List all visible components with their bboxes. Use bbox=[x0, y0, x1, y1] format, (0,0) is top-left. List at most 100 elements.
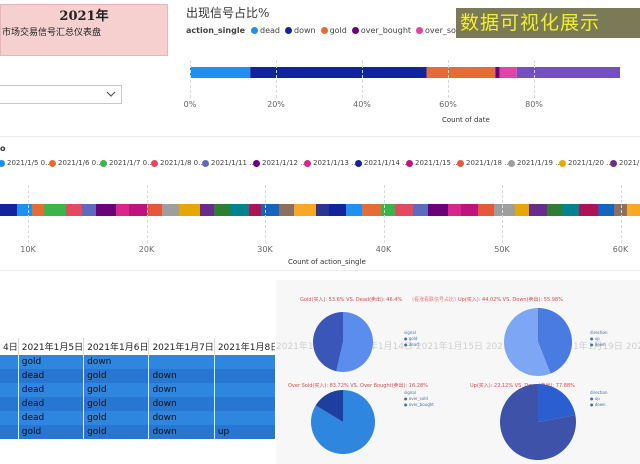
chart1-legend-label: over_bought bbox=[360, 26, 412, 35]
chart2-legend-item[interactable]: 2021/1/8 0... bbox=[151, 159, 205, 167]
pie-chart[interactable] bbox=[310, 389, 376, 455]
signal-table[interactable]: 4日2021年1月5日2021年1月6日2021年1月7日2021年1月8日20… bbox=[0, 338, 275, 464]
table-row[interactable]: dead gold down bbox=[0, 397, 275, 411]
bar-segment[interactable] bbox=[346, 204, 362, 216]
chart2-legend-label: 2021/1/8 0... bbox=[160, 159, 205, 167]
bar-segment[interactable] bbox=[562, 204, 579, 216]
bar-segment-gold[interactable] bbox=[426, 67, 496, 78]
column-header[interactable]: 2021年1月6日 bbox=[83, 338, 150, 355]
pie-chart[interactable] bbox=[499, 383, 577, 461]
bar-segment[interactable] bbox=[261, 204, 279, 216]
bar-segment[interactable] bbox=[529, 204, 547, 216]
bar-segment[interactable] bbox=[294, 204, 316, 216]
table-cell: gold bbox=[83, 425, 150, 439]
table-row[interactable]: deadgolddownup bbox=[0, 369, 275, 383]
bar-segment[interactable] bbox=[66, 204, 82, 216]
bar-segment[interactable] bbox=[461, 204, 478, 216]
bar-segment[interactable] bbox=[230, 204, 249, 216]
column-header[interactable]: 2021年1月5日 bbox=[18, 338, 85, 355]
bar-segment[interactable] bbox=[316, 204, 329, 216]
table-row[interactable]: gold gold down up bbox=[0, 425, 275, 439]
bar-segment[interactable] bbox=[279, 204, 294, 216]
bar-segment[interactable] bbox=[96, 204, 116, 216]
pie-chart[interactable] bbox=[312, 311, 374, 373]
column-header[interactable]: 2021年1月8日 bbox=[214, 338, 275, 355]
chart1-legend-item[interactable]: down bbox=[284, 26, 316, 35]
bar-segment[interactable] bbox=[116, 204, 129, 216]
chart1-tick-label: 20% bbox=[267, 100, 285, 109]
bar-segment[interactable] bbox=[82, 204, 96, 216]
bar-segment[interactable] bbox=[249, 204, 261, 216]
bar-segment[interactable] bbox=[478, 204, 494, 216]
chart2-legend-item[interactable]: 2021/1/14 ... bbox=[355, 159, 409, 167]
legend-dot-icon bbox=[304, 159, 311, 167]
chart2-legend-item[interactable]: 2021/1/18 ... bbox=[457, 159, 511, 167]
table-cell bbox=[0, 355, 19, 369]
table-cell bbox=[148, 355, 215, 369]
divider bbox=[0, 136, 640, 137]
bar-segment[interactable] bbox=[494, 204, 515, 216]
bar-segment-up[interactable] bbox=[516, 67, 620, 78]
column-header[interactable]: 4日 bbox=[0, 338, 19, 355]
bar-segment[interactable] bbox=[413, 204, 428, 216]
chart2-legend-item[interactable]: 2021/1/19 ... bbox=[508, 159, 562, 167]
bar-segment[interactable] bbox=[579, 204, 598, 216]
bar-segment[interactable] bbox=[428, 204, 448, 216]
chart1-x-axis: 0% 20% 40% 60% 80% bbox=[0, 60, 640, 114]
chart1-stacked-bar[interactable] bbox=[190, 67, 640, 78]
bar-segment[interactable] bbox=[395, 204, 413, 216]
legend-dot-icon bbox=[406, 159, 413, 167]
chart1-legend-item[interactable]: dead bbox=[251, 26, 280, 35]
bar-segment[interactable] bbox=[44, 204, 66, 216]
table-cell: down bbox=[148, 425, 215, 439]
bar-segment[interactable] bbox=[627, 204, 640, 216]
bar-segment[interactable] bbox=[147, 204, 162, 216]
chart2-legend-item[interactable]: 2021/1/21 ... bbox=[610, 159, 640, 167]
bar-segment[interactable] bbox=[214, 204, 230, 216]
bar-segment[interactable] bbox=[362, 204, 381, 216]
table-row[interactable]: dead gold down bbox=[0, 383, 275, 397]
chart2-legend-item[interactable]: 2021/1/6 0... bbox=[49, 159, 103, 167]
gridline bbox=[265, 185, 266, 243]
chart2-tick-label: 40K bbox=[375, 245, 392, 254]
chart2-legend-item[interactable]: 2021/1/15 ... bbox=[406, 159, 460, 167]
bar-segment[interactable] bbox=[17, 204, 32, 216]
chart2-legend-label: 2021/1/15 ... bbox=[415, 159, 460, 167]
bar-segment[interactable] bbox=[547, 204, 562, 216]
table-cell: down bbox=[83, 355, 150, 369]
legend-dot-icon bbox=[151, 159, 158, 167]
table-row[interactable]: gold down bbox=[0, 355, 275, 369]
chart2-legend: 2021/1/5 0... 2021/1/6 0... 2021/1/7 0... 2… bbox=[0, 159, 640, 171]
bar-segment[interactable] bbox=[179, 204, 200, 216]
pie-chart[interactable] bbox=[503, 307, 573, 377]
chart2-stacked-bar[interactable] bbox=[0, 204, 640, 216]
bar-segment[interactable] bbox=[0, 204, 17, 216]
bar-segment-over_bought[interactable] bbox=[495, 67, 500, 78]
bar-segment[interactable] bbox=[329, 204, 346, 216]
chart2-legend-item[interactable]: 2021/1/20 ... bbox=[559, 159, 613, 167]
table-row[interactable]: dead gold down bbox=[0, 411, 275, 425]
gridline bbox=[276, 60, 277, 98]
chart2-legend-label: 2021/1/7 0... bbox=[109, 159, 154, 167]
chart2-legend-item[interactable]: 2021/1/11 ... bbox=[202, 159, 256, 167]
dashboard-year: 2021年 bbox=[59, 9, 109, 24]
table-body: golddowndeadgolddownupdeadgolddowndeadgo… bbox=[0, 355, 275, 439]
chart1-legend-item[interactable]: over_bought bbox=[351, 26, 412, 35]
bar-segment[interactable] bbox=[515, 204, 529, 216]
chart2-legend-item[interactable]: 2021/1/13 ... bbox=[304, 159, 358, 167]
bar-segment[interactable] bbox=[448, 204, 461, 216]
bar-segment[interactable] bbox=[32, 204, 44, 216]
chart2-legend-item[interactable]: 2021/1/7 0... bbox=[100, 159, 154, 167]
chart2-legend-item[interactable]: 2021/1/5 0... bbox=[0, 159, 52, 167]
chart2-legend-item[interactable]: 2021/1/12 ... bbox=[253, 159, 307, 167]
bar-segment[interactable] bbox=[598, 204, 614, 216]
bar-segment-dead[interactable] bbox=[190, 67, 251, 78]
column-header[interactable]: 2021年1月7日 bbox=[148, 338, 215, 355]
bar-segment[interactable] bbox=[200, 204, 214, 216]
bar-segment[interactable] bbox=[129, 204, 147, 216]
legend-dot-icon bbox=[49, 159, 56, 167]
chart1-legend-item[interactable]: gold bbox=[320, 26, 347, 35]
bar-segment[interactable] bbox=[162, 204, 179, 216]
chart1-legend-label: down bbox=[293, 26, 316, 35]
bar-segment-over_sold[interactable] bbox=[499, 67, 517, 78]
